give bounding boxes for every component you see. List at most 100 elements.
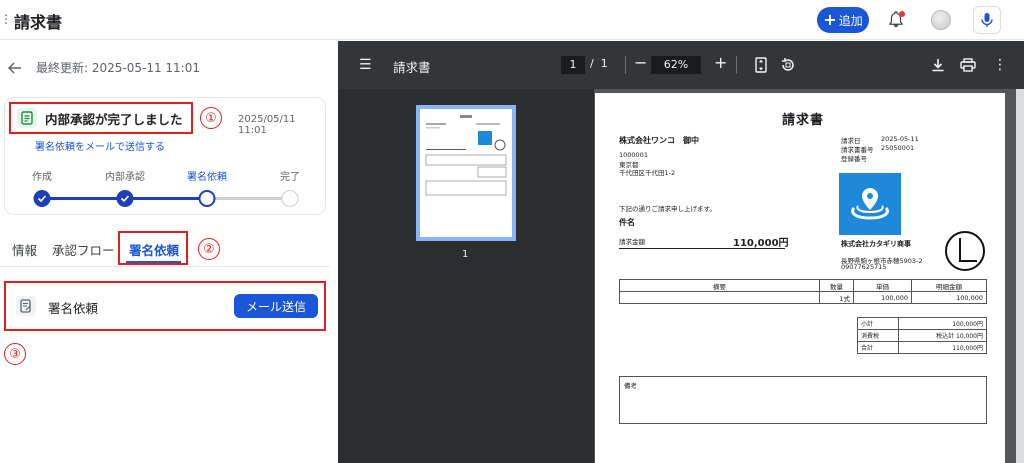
step-label-create: 作成 <box>32 172 52 183</box>
back-arrow-icon[interactable] <box>8 61 22 74</box>
detail-tabs: 情報 承認フロー 署名依頼 ② <box>0 231 330 267</box>
page-number-input[interactable]: 1 <box>561 56 585 74</box>
subtotal-value: 100,000円 <box>897 317 988 330</box>
toolbar-divider <box>736 56 737 74</box>
status-header: 内部承認が完了しました <box>9 102 193 134</box>
table-row: 1式 100,000 100,000 <box>619 291 987 304</box>
microphone-button[interactable] <box>973 6 1001 34</box>
step-current-dot <box>198 190 216 207</box>
row-description <box>619 291 820 304</box>
annotation-marker-3: ③ <box>4 343 26 365</box>
tab-info[interactable]: 情報 <box>12 240 37 259</box>
zoom-out-button[interactable]: − <box>634 53 647 72</box>
customer-postal: 1000001 <box>619 151 648 159</box>
issuer-name: 株式会社カタギリ商事 <box>841 240 911 248</box>
sign-document-icon <box>16 296 36 316</box>
invoice-title: 請求書 <box>782 113 825 128</box>
step-done-check-icon <box>116 190 134 207</box>
page-thumbnail[interactable] <box>416 105 516 241</box>
column-header: 明細金額 <box>911 279 987 292</box>
totals-table: 小計 100,000円 消費税 税込計 10,000円 合計 110,000円 <box>857 317 988 354</box>
row-quantity: 1式 <box>819 291 854 304</box>
total-label: 合計 <box>857 341 899 354</box>
rotate-icon[interactable] <box>778 55 798 75</box>
avatar[interactable] <box>931 10 951 30</box>
table-row: 小計 100,000円 <box>857 317 988 330</box>
sign-request-label: 署名依頼 <box>48 301 99 316</box>
issuer-phone: 09077625715 <box>841 263 887 271</box>
thumbnail-sidebar: 1 <box>338 89 594 463</box>
pdf-title: 請求書 <box>393 60 431 75</box>
notes-label: 備考 <box>624 382 637 390</box>
line-items-table: 摘要 数量 単価 明細金額 1式 100,000 100,000 <box>619 279 987 304</box>
page-count: / 1 <box>590 57 608 70</box>
amount-label: 請求金額 <box>619 238 645 246</box>
more-options-icon[interactable]: ⋮ <box>990 55 1010 75</box>
step-label-sign-request: 署名依頼 <box>187 172 227 183</box>
step-pending-dot <box>281 190 299 207</box>
pdf-scrollbar[interactable] <box>1016 89 1024 463</box>
toolbar-divider <box>625 56 626 74</box>
customer-address: 千代田区千代田1-2 <box>619 169 676 177</box>
notification-dot <box>899 11 905 17</box>
add-button-label: 追加 <box>838 13 863 28</box>
invoice-number: 25050001 <box>881 144 915 152</box>
step-label-internal-approval: 内部承認 <box>105 172 145 183</box>
last-updated: 最終更新: 2025-05-11 11:01 <box>36 61 200 75</box>
tax-value: 税込計 10,000円 <box>897 329 988 342</box>
notes-box: 備考 <box>619 376 987 424</box>
registration-label: 登録番号 <box>841 155 867 163</box>
tab-approval-flow[interactable]: 承認フロー <box>52 240 115 259</box>
page-title: 請求書 <box>14 13 63 32</box>
microphone-icon <box>981 13 993 27</box>
zoom-in-button[interactable]: + <box>714 53 727 72</box>
company-logo-icon <box>839 173 901 235</box>
sidebar-toggle-icon[interactable]: ☰ <box>359 57 372 73</box>
status-card: 内部承認が完了しました ① 2025/05/11 11:01 署名依頼をメールで… <box>4 97 326 215</box>
table-row: 合計 110,000円 <box>857 341 988 354</box>
detail-panel: 最終更新: 2025-05-11 11:01 内部承認が完了しました ① 202… <box>0 41 338 463</box>
annotation-marker-1: ① <box>200 107 222 129</box>
pdf-toolbar: ☰ 請求書 1 / 1 − 62% + ⋮ <box>338 41 1024 89</box>
column-header: 単価 <box>853 279 912 292</box>
notification-bell-icon[interactable] <box>887 10 907 30</box>
pdf-viewer: ☰ 請求書 1 / 1 − 62% + ⋮ 1 請求書 株式会社ワンコ 御中 1… <box>338 41 1024 463</box>
send-email-button[interactable]: メール送信 <box>234 294 318 318</box>
menu-icon[interactable]: ⋮ <box>0 12 12 26</box>
total-value: 110,000円 <box>897 341 988 354</box>
status-title: 内部承認が完了しました <box>45 111 183 127</box>
tax-label: 消費税 <box>857 329 899 342</box>
customer-name: 株式会社ワンコ 御中 <box>619 136 699 145</box>
annotation-marker-2: ② <box>198 238 220 260</box>
row-amount: 100,000 <box>911 291 987 304</box>
table-header-row: 摘要 数量 単価 明細金額 <box>619 279 987 292</box>
table-row: 消費税 税込計 10,000円 <box>857 329 988 342</box>
active-tab-indicator <box>126 261 181 263</box>
step-label-complete: 完了 <box>280 172 300 183</box>
issue-date: 2025-05-11 <box>881 135 919 143</box>
subject-label: 件名 <box>619 218 635 227</box>
amount-underline <box>619 248 785 249</box>
subtotal-label: 小計 <box>857 317 899 330</box>
document-icon <box>17 108 37 128</box>
step-done-check-icon <box>33 190 51 207</box>
sign-request-row: 署名依頼 メール送信 <box>4 281 326 331</box>
invoice-message: 下記の通りご請求申し上げます。 <box>619 205 716 213</box>
add-button[interactable]: + 追加 <box>817 7 869 33</box>
column-header: 摘要 <box>619 279 820 292</box>
print-icon[interactable] <box>958 55 978 75</box>
fit-page-icon[interactable] <box>751 55 771 75</box>
progress-stepper: 作成 内部承認 署名依頼 完了 <box>25 168 315 208</box>
tab-sign-request[interactable]: 署名依頼 <box>129 240 179 259</box>
thumbnail-page-number: 1 <box>462 249 469 260</box>
download-icon[interactable] <box>928 55 948 75</box>
column-header: 数量 <box>819 279 854 292</box>
send-sign-request-link[interactable]: 署名依頼をメールで送信する <box>35 138 165 153</box>
company-seal <box>945 231 985 271</box>
invoice-amount: 110,000円 <box>733 238 789 249</box>
plus-icon: + <box>823 9 837 29</box>
zoom-level-input[interactable]: 62% <box>651 56 701 74</box>
status-date: 2025/05/11 11:01 <box>238 114 296 136</box>
invoice-page: 請求書 株式会社ワンコ 御中 1000001 東京都 千代田区千代田1-2 請求… <box>595 93 1005 463</box>
app-header: ⋮ 請求書 + 追加 <box>0 0 1024 40</box>
